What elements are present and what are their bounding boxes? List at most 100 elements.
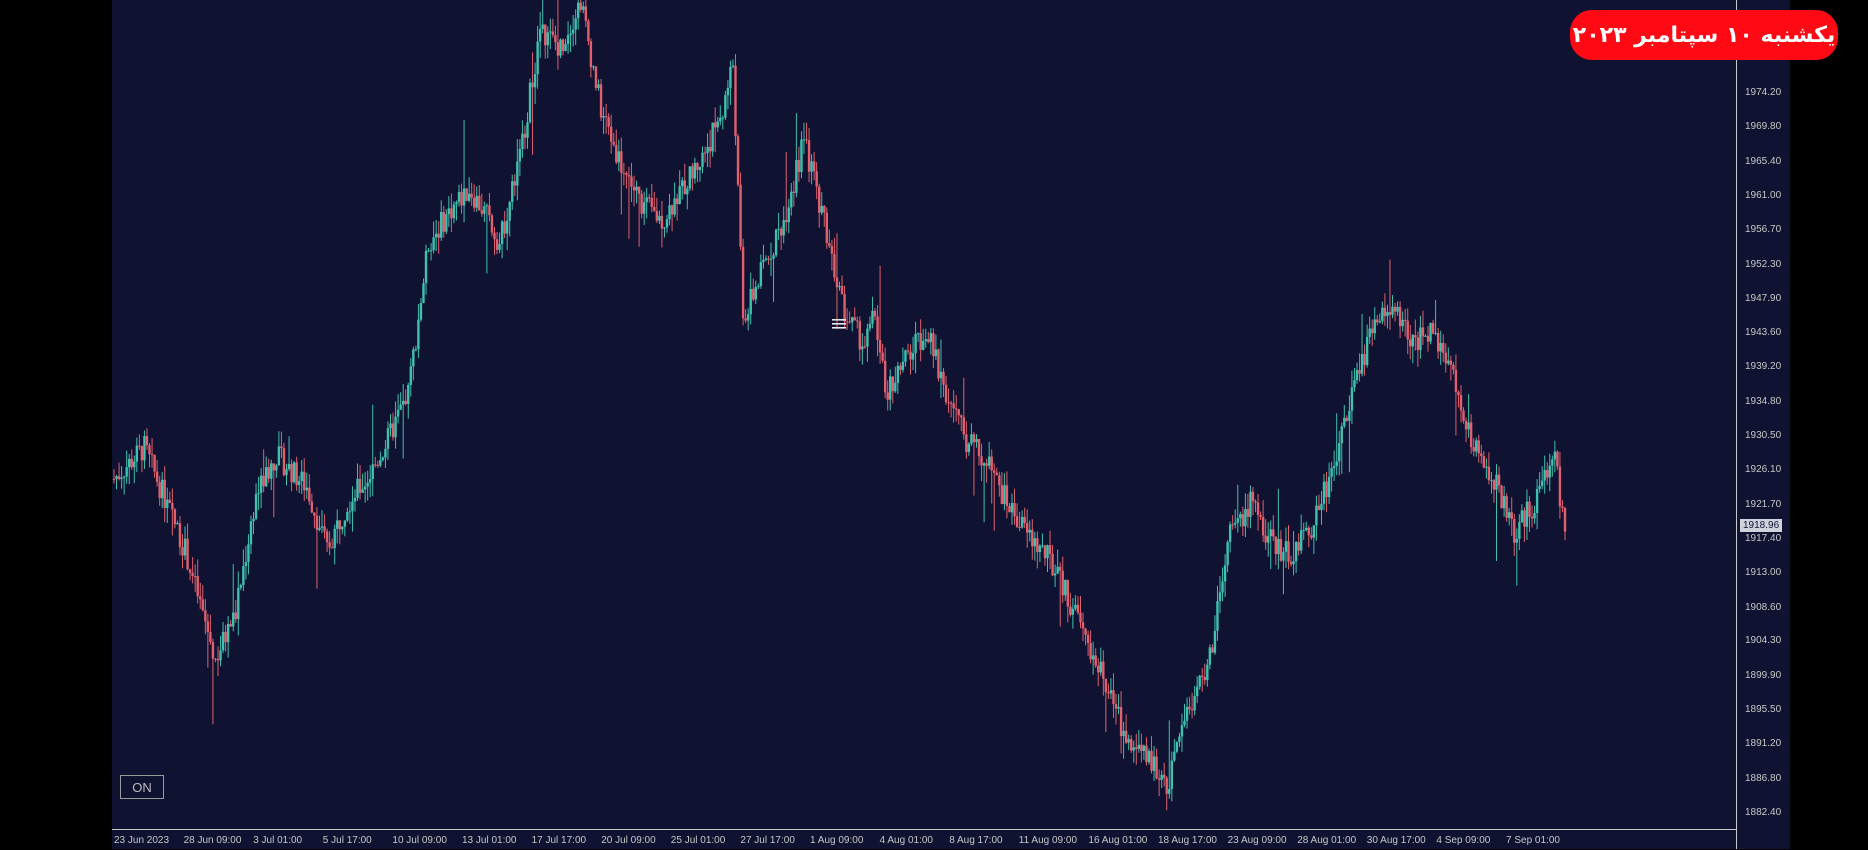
candle-body xyxy=(1398,306,1402,327)
candle-body xyxy=(960,415,963,418)
price-tick-label: 1899.90 xyxy=(1745,669,1782,681)
candle-body xyxy=(1335,461,1338,467)
candle-body xyxy=(1447,360,1450,364)
candle-body xyxy=(1482,455,1486,468)
candle-body xyxy=(1246,508,1250,517)
candle-body xyxy=(845,321,849,323)
candle-body xyxy=(1213,630,1217,653)
candle-body xyxy=(1403,319,1407,321)
candle-body xyxy=(1332,466,1336,469)
time-tick-label: 3 Jul 01:00 xyxy=(253,835,303,846)
candle-body xyxy=(399,404,402,410)
time-tick-label: 27 Jul 17:00 xyxy=(740,835,795,846)
candle-body xyxy=(653,206,656,212)
candle-body xyxy=(1457,391,1460,396)
candle-body xyxy=(1431,322,1435,334)
candle-body xyxy=(394,416,397,438)
candle-body xyxy=(1343,417,1346,427)
candle-body xyxy=(521,133,524,149)
candle-body xyxy=(1099,661,1102,673)
candle-body xyxy=(277,446,281,466)
candle-body xyxy=(1031,529,1034,547)
candle-body xyxy=(939,371,943,379)
time-tick-label: 28 Aug 01:00 xyxy=(1297,835,1357,846)
time-tick-label: 18 Aug 17:00 xyxy=(1158,835,1217,846)
candle-body xyxy=(985,463,988,466)
candle-body xyxy=(734,65,737,137)
candle-body xyxy=(1325,481,1328,498)
candle-body xyxy=(470,193,473,198)
candle-body xyxy=(1104,678,1108,693)
candle-body xyxy=(414,349,418,351)
candle-body xyxy=(990,456,993,471)
candle-body xyxy=(1010,503,1014,513)
candle-body xyxy=(1409,339,1412,347)
candle-body xyxy=(455,202,458,205)
candle-body xyxy=(993,470,996,473)
candle-body xyxy=(1391,306,1394,315)
candle-body xyxy=(782,220,785,236)
candle-body xyxy=(1376,319,1379,323)
candle-body xyxy=(650,198,653,207)
candle-body xyxy=(262,475,265,487)
candle-body xyxy=(1041,545,1044,547)
time-tick-label: 17 Jul 17:00 xyxy=(531,835,587,846)
candle-body xyxy=(153,454,156,472)
candle-body xyxy=(480,210,484,214)
time-tick-label: 8 Aug 17:00 xyxy=(949,835,1003,846)
candle-body xyxy=(1434,332,1437,334)
candle-body xyxy=(1190,709,1194,711)
price-tick-label: 1886.80 xyxy=(1745,772,1782,784)
candle-body xyxy=(417,319,420,350)
candle-body xyxy=(1495,474,1498,490)
candle-body xyxy=(254,493,258,519)
candle-body xyxy=(934,349,938,357)
time-tick-label: 5 Jul 17:00 xyxy=(322,835,372,846)
candle-body xyxy=(122,476,126,478)
time-tick-label: 20 Jul 09:00 xyxy=(601,835,656,846)
candle-body xyxy=(584,6,588,21)
candle-body xyxy=(602,116,605,118)
candle-body xyxy=(211,641,215,659)
candle-body xyxy=(967,443,971,453)
candle-body xyxy=(850,317,854,323)
candle-body xyxy=(447,208,451,215)
candle-body xyxy=(866,328,869,347)
candle-body xyxy=(1406,320,1409,340)
candle-body xyxy=(604,116,608,118)
candle-body xyxy=(467,193,471,201)
candle-body xyxy=(1421,327,1425,337)
price-tick-label: 1917.40 xyxy=(1745,532,1782,544)
candle-body xyxy=(587,20,590,42)
time-tick-label: 28 Jun 09:00 xyxy=(183,835,242,846)
candle-body xyxy=(1239,514,1242,519)
time-tick-label: 30 Aug 17:00 xyxy=(1366,835,1426,846)
candle-body xyxy=(597,84,600,88)
candle-body xyxy=(1426,335,1430,342)
on-toggle-button[interactable]: ON xyxy=(120,775,164,799)
candle-body xyxy=(1033,538,1037,547)
candle-body xyxy=(452,204,456,219)
candle-body xyxy=(1530,516,1534,519)
candle-body xyxy=(229,623,232,627)
candle-body xyxy=(1074,604,1077,609)
candle-body xyxy=(120,477,123,480)
candle-body xyxy=(422,283,425,304)
price-tick-label: 1930.50 xyxy=(1745,429,1782,441)
candle-body xyxy=(589,41,593,68)
candle-body xyxy=(739,184,742,247)
candle-body xyxy=(1102,661,1105,679)
time-tick-label: 25 Jul 01:00 xyxy=(670,835,726,846)
candle-body xyxy=(221,631,225,651)
candle-body xyxy=(1340,426,1343,444)
candle-body xyxy=(1386,311,1389,317)
candle-body xyxy=(1546,470,1549,478)
time-tick-label: 13 Jul 01:00 xyxy=(462,835,517,846)
candle-body xyxy=(117,476,121,480)
candle-body xyxy=(199,596,202,600)
candle-body xyxy=(376,464,380,466)
candle-body xyxy=(1206,664,1209,681)
current-price-tag: 1918.96 xyxy=(1740,519,1783,533)
candle-body xyxy=(1462,410,1465,421)
candle-body xyxy=(1195,686,1199,697)
